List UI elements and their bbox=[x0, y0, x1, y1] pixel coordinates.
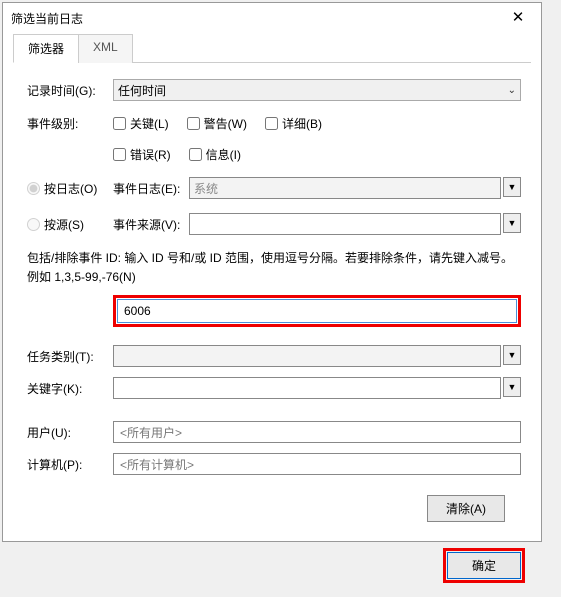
input-eventlog[interactable] bbox=[189, 177, 501, 199]
triangle-down-icon: ▼ bbox=[508, 218, 517, 228]
dialog-footer: 确定 bbox=[3, 538, 541, 597]
cb-critical-box[interactable] bbox=[113, 117, 126, 130]
level-checkboxes2: 错误(R) 信息(I) bbox=[113, 146, 241, 163]
cb-warning[interactable]: 警告(W) bbox=[187, 115, 247, 132]
tab-strip: 筛选器 XML bbox=[13, 33, 531, 63]
cb-info[interactable]: 信息(I) bbox=[189, 146, 241, 163]
row-bysource: 按源(S) 事件来源(V): ▼ bbox=[27, 213, 521, 235]
input-user[interactable] bbox=[113, 421, 521, 443]
cb-critical[interactable]: 关键(L) bbox=[113, 115, 169, 132]
highlight-eventid bbox=[113, 295, 521, 327]
label-logged: 记录时间(G): bbox=[27, 82, 113, 99]
row-task: 任务类别(T): ▼ bbox=[27, 345, 521, 367]
dropdown-eventsource-btn[interactable]: ▼ bbox=[503, 213, 521, 233]
row-level: 事件级别: 关键(L) 警告(W) 详细(B) bbox=[27, 115, 521, 132]
close-icon[interactable]: ✕ bbox=[503, 6, 533, 30]
label-computer: 计算机(P): bbox=[27, 456, 113, 473]
row-user: 用户(U): bbox=[27, 421, 521, 443]
dialog-title: 筛选当前日志 bbox=[11, 10, 83, 27]
id-hint: 包括/排除事件 ID: 输入 ID 号和/或 ID 范围，使用逗号分隔。若要排除… bbox=[27, 249, 521, 287]
dropdown-keyword-btn[interactable]: ▼ bbox=[503, 377, 521, 397]
dropdown-task-btn[interactable]: ▼ bbox=[503, 345, 521, 365]
radio-bysource[interactable]: 按源(S) bbox=[27, 216, 113, 233]
row-keyword: 关键字(K): ▼ bbox=[27, 377, 521, 399]
triangle-down-icon: ▼ bbox=[508, 382, 517, 392]
dropdown-eventlog-btn[interactable]: ▼ bbox=[503, 177, 521, 197]
radio-bylog[interactable]: 按日志(O) bbox=[27, 180, 113, 197]
input-task[interactable] bbox=[113, 345, 501, 367]
triangle-down-icon: ▼ bbox=[508, 182, 517, 192]
row-computer: 计算机(P): bbox=[27, 453, 521, 475]
filter-dialog: 筛选当前日志 ✕ 筛选器 XML 记录时间(G): 任何时间 ⌄ 事件级别: 关… bbox=[2, 2, 542, 542]
cb-error-box[interactable] bbox=[113, 148, 126, 161]
tab-filter[interactable]: 筛选器 bbox=[13, 34, 79, 63]
row-eventid bbox=[113, 295, 521, 327]
label-eventlog: 事件日志(E): bbox=[113, 180, 189, 197]
clear-button[interactable]: 清除(A) bbox=[427, 495, 505, 522]
chevron-down-icon: ⌄ bbox=[508, 85, 516, 96]
ok-button[interactable]: 确定 bbox=[447, 552, 521, 579]
dialog-content: 记录时间(G): 任何时间 ⌄ 事件级别: 关键(L) 警告(W) 详细(B) … bbox=[3, 63, 541, 538]
label-eventsource: 事件来源(V): bbox=[113, 216, 189, 233]
titlebar: 筛选当前日志 ✕ bbox=[3, 3, 541, 33]
highlight-ok: 确定 bbox=[443, 548, 525, 583]
row-level2: 错误(R) 信息(I) bbox=[27, 146, 521, 163]
input-eventid[interactable] bbox=[117, 299, 517, 323]
combo-eventsource: ▼ bbox=[189, 213, 521, 235]
clear-row: 清除(A) bbox=[27, 489, 521, 528]
cb-verbose-box[interactable] bbox=[265, 117, 278, 130]
cb-verbose[interactable]: 详细(B) bbox=[265, 115, 322, 132]
label-level: 事件级别: bbox=[27, 115, 113, 132]
label-task: 任务类别(T): bbox=[27, 348, 113, 365]
combo-eventlog: ▼ bbox=[189, 177, 521, 199]
label-user: 用户(U): bbox=[27, 424, 113, 441]
level-checkboxes: 关键(L) 警告(W) 详细(B) bbox=[113, 115, 322, 132]
cb-info-box[interactable] bbox=[189, 148, 202, 161]
dropdown-logged-value: 任何时间 bbox=[118, 82, 166, 99]
input-computer[interactable] bbox=[113, 453, 521, 475]
label-keyword: 关键字(K): bbox=[27, 380, 113, 397]
triangle-down-icon: ▼ bbox=[508, 350, 517, 360]
dropdown-logged[interactable]: 任何时间 ⌄ bbox=[113, 79, 521, 101]
tab-xml[interactable]: XML bbox=[78, 34, 133, 63]
row-logged: 记录时间(G): 任何时间 ⌄ bbox=[27, 79, 521, 101]
cb-warning-box[interactable] bbox=[187, 117, 200, 130]
cb-error[interactable]: 错误(R) bbox=[113, 146, 171, 163]
input-eventsource[interactable] bbox=[189, 213, 501, 235]
input-keyword[interactable] bbox=[113, 377, 501, 399]
radio-bysource-input[interactable] bbox=[27, 218, 40, 231]
row-bylog: 按日志(O) 事件日志(E): ▼ bbox=[27, 177, 521, 199]
combo-keyword: ▼ bbox=[113, 377, 521, 399]
radio-bylog-input[interactable] bbox=[27, 182, 40, 195]
combo-task: ▼ bbox=[113, 345, 521, 367]
